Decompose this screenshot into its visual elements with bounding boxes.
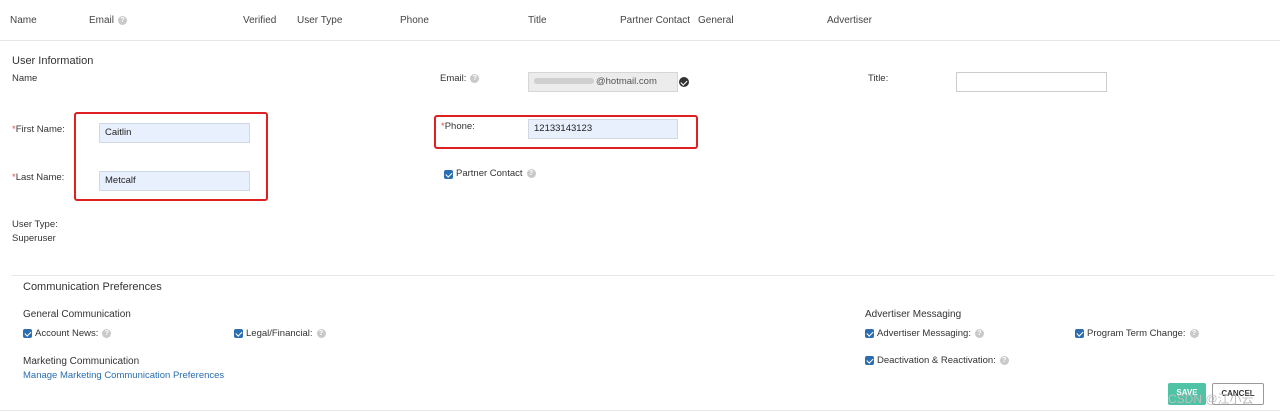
first-name-field[interactable]: Caitlin [99, 123, 250, 143]
help-icon[interactable]: ? [316, 329, 326, 338]
deactivation-label-text: Deactivation & Reactivation: [877, 355, 996, 366]
verified-check-icon [679, 77, 689, 87]
advertiser-messaging-checkbox[interactable] [865, 329, 874, 338]
col-partner-contact[interactable]: Partner Contact [620, 15, 690, 26]
deactivation-label: Deactivation & Reactivation:? [877, 355, 1009, 366]
manage-marketing-link[interactable]: Manage Marketing Communication Preferenc… [23, 370, 224, 381]
title-label: Title: [868, 73, 889, 84]
phone-label-text: Phone: [444, 121, 475, 132]
bottom-divider [0, 410, 1280, 411]
user-info-title: User Information [12, 55, 94, 67]
table-header: Name Email? Verified User Type Phone Tit… [0, 0, 1280, 41]
phone-label: *Phone: [441, 121, 475, 132]
advertiser-messaging-label-text: Advertiser Messaging: [877, 328, 971, 339]
partner-contact-checkbox[interactable] [444, 170, 453, 179]
program-term-change-label: Program Term Change:? [1087, 328, 1199, 339]
col-phone[interactable]: Phone [400, 15, 429, 26]
col-name[interactable]: Name [10, 15, 37, 26]
legal-financial-label: Legal/Financial:? [246, 328, 326, 339]
help-icon[interactable]: ? [118, 16, 128, 25]
help-icon[interactable]: ? [526, 169, 536, 178]
legal-financial-label-text: Legal/Financial: [246, 328, 313, 339]
program-term-change-label-text: Program Term Change: [1087, 328, 1186, 339]
account-news-checkbox[interactable] [23, 329, 32, 338]
advertiser-messaging-label: Advertiser Messaging:? [877, 328, 984, 339]
last-name-label-text: Last Name: [15, 172, 65, 183]
watermark: CSDN @江小云 [1168, 392, 1254, 406]
section-divider [12, 275, 1274, 276]
col-general[interactable]: General [698, 15, 734, 26]
deactivation-checkbox[interactable] [865, 356, 874, 365]
general-comm-title: General Communication [23, 309, 131, 320]
account-news-label-text: Account News: [35, 328, 99, 339]
last-name-field[interactable]: Metcalf [99, 171, 250, 191]
col-user-type[interactable]: User Type [297, 15, 342, 26]
col-title[interactable]: Title [528, 15, 547, 26]
user-type-label: User Type: [12, 219, 58, 230]
help-icon[interactable]: ? [102, 329, 112, 338]
account-news-label: Account News:? [35, 328, 112, 339]
last-name-label: *Last Name: [12, 172, 64, 183]
help-icon[interactable]: ? [470, 74, 480, 83]
email-field[interactable]: @hotmail.com [528, 72, 678, 92]
legal-financial-checkbox[interactable] [234, 329, 243, 338]
help-icon[interactable]: ? [1189, 329, 1199, 338]
col-verified[interactable]: Verified [243, 15, 276, 26]
help-icon[interactable]: ? [999, 356, 1009, 365]
col-email-label: Email [89, 15, 115, 26]
email-value: @hotmail.com [596, 76, 657, 87]
title-field[interactable] [956, 72, 1107, 92]
help-icon[interactable]: ? [974, 329, 984, 338]
email-label-text: Email: [440, 73, 467, 84]
partner-contact-label-text: Partner Contact [456, 168, 523, 179]
col-email[interactable]: Email? [89, 15, 128, 26]
first-name-label-text: First Name: [15, 124, 65, 135]
program-term-change-checkbox[interactable] [1075, 329, 1084, 338]
comm-prefs-title: Communication Preferences [23, 281, 162, 293]
user-type-value: Superuser [12, 233, 56, 244]
email-label: Email:? [440, 73, 480, 84]
name-label: Name [12, 73, 38, 84]
first-name-label: *First Name: [12, 124, 65, 135]
email-blurred-part [534, 78, 594, 85]
col-advertiser[interactable]: Advertiser [827, 15, 872, 26]
phone-field[interactable]: 12133143123 [528, 119, 678, 139]
advertiser-messaging-title: Advertiser Messaging [865, 309, 962, 320]
partner-contact-label: Partner Contact? [456, 168, 536, 179]
marketing-comm-title: Marketing Communication [23, 356, 140, 367]
